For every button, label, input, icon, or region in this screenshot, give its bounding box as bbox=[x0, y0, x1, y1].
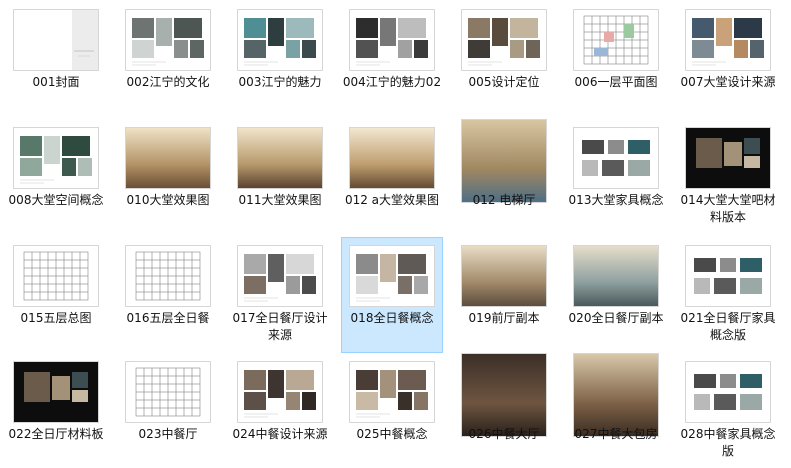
file-name-label: 018全日餐概念 bbox=[350, 311, 434, 325]
file-item[interactable]: 025中餐概念 bbox=[342, 354, 442, 468]
file-item[interactable]: 019前厅副本 bbox=[454, 238, 554, 352]
file-name-label: 006一层平面图 bbox=[574, 75, 658, 89]
file-item[interactable]: 014大堂大堂吧材料版本 bbox=[678, 120, 778, 234]
file-name-label: 007大堂设计来源 bbox=[680, 75, 776, 89]
file-name-label: 025中餐概念 bbox=[356, 427, 428, 441]
file-name-label: 020全日餐厅副本 bbox=[568, 311, 664, 325]
file-name-label: 012 a大堂效果图 bbox=[344, 193, 440, 207]
file-item[interactable]: 012 a大堂效果图 bbox=[342, 120, 442, 234]
file-item[interactable]: 012 电梯厅 bbox=[454, 120, 554, 234]
file-item[interactable]: 020全日餐厅副本 bbox=[566, 238, 666, 352]
file-thumbnail bbox=[350, 362, 434, 422]
file-name-label: 003江宁的魅力 bbox=[238, 75, 322, 89]
file-item[interactable]: 023中餐厅 bbox=[118, 354, 218, 468]
file-item[interactable]: 017全日餐厅设计来源 bbox=[230, 238, 330, 352]
file-thumbnail bbox=[238, 246, 322, 306]
file-name-label: 028中餐家具概念版 bbox=[680, 427, 776, 458]
file-thumbnail bbox=[238, 10, 322, 70]
file-name-label: 010大堂效果图 bbox=[126, 193, 210, 207]
file-item[interactable]: 010大堂效果图 bbox=[118, 120, 218, 234]
file-item[interactable]: 008大堂空间概念 bbox=[6, 120, 106, 234]
file-name-label: 013大堂家具概念 bbox=[568, 193, 664, 207]
file-thumbnail bbox=[14, 128, 98, 188]
file-thumbnail bbox=[686, 128, 770, 188]
file-thumbnail-grid: 001封面 002江宁的文化 003江宁的魅力 004江宁的魅力02 005设计定位 00… bbox=[0, 0, 791, 467]
file-item[interactable]: 002江宁的文化 bbox=[118, 2, 218, 116]
file-thumbnail bbox=[462, 10, 546, 70]
file-name-label: 017全日餐厅设计来源 bbox=[232, 311, 328, 342]
file-item[interactable]: 007大堂设计来源 bbox=[678, 2, 778, 116]
file-thumbnail bbox=[126, 10, 210, 70]
file-name-label: 019前厅副本 bbox=[468, 311, 540, 325]
file-name-label: 014大堂大堂吧材料版本 bbox=[680, 193, 776, 224]
file-name-label: 024中餐设计来源 bbox=[232, 427, 328, 441]
file-item[interactable]: 001封面 bbox=[6, 2, 106, 116]
file-item[interactable]: 022全日厅材料板 bbox=[6, 354, 106, 468]
file-name-label: 022全日厅材料板 bbox=[8, 427, 104, 441]
file-thumbnail bbox=[686, 362, 770, 422]
file-name-label: 027中餐大包房 bbox=[574, 427, 658, 441]
file-item[interactable]: 028中餐家具概念版 bbox=[678, 354, 778, 468]
file-name-label: 026中餐大厅 bbox=[468, 427, 540, 441]
file-thumbnail bbox=[462, 246, 546, 306]
file-thumbnail bbox=[574, 10, 658, 70]
file-item[interactable]: 004江宁的魅力02 bbox=[342, 2, 442, 116]
file-thumbnail bbox=[574, 354, 658, 436]
file-thumbnail bbox=[574, 246, 658, 306]
file-item[interactable]: 018全日餐概念 bbox=[341, 237, 443, 353]
file-item[interactable]: 011大堂效果图 bbox=[230, 120, 330, 234]
file-thumbnail bbox=[686, 246, 770, 306]
file-thumbnail bbox=[686, 10, 770, 70]
file-thumbnail bbox=[14, 246, 98, 306]
file-thumbnail bbox=[126, 128, 210, 188]
file-thumbnail bbox=[574, 128, 658, 188]
file-item[interactable]: 006一层平面图 bbox=[566, 2, 666, 116]
file-item[interactable]: 013大堂家具概念 bbox=[566, 120, 666, 234]
file-name-label: 002江宁的文化 bbox=[126, 75, 210, 89]
file-name-label: 001封面 bbox=[32, 75, 80, 89]
file-name-label: 015五层总图 bbox=[20, 311, 92, 325]
file-item[interactable]: 026中餐大厅 bbox=[454, 354, 554, 468]
file-item[interactable]: 027中餐大包房 bbox=[566, 354, 666, 468]
file-name-label: 004江宁的魅力02 bbox=[342, 75, 442, 89]
file-item[interactable]: 024中餐设计来源 bbox=[230, 354, 330, 468]
file-thumbnail bbox=[14, 362, 98, 422]
file-name-label: 021全日餐厅家具概念版 bbox=[680, 311, 776, 342]
file-thumbnail bbox=[238, 362, 322, 422]
file-thumbnail bbox=[350, 10, 434, 70]
file-item[interactable]: 021全日餐厅家具概念版 bbox=[678, 238, 778, 352]
file-thumbnail bbox=[462, 120, 546, 202]
file-item[interactable]: 005设计定位 bbox=[454, 2, 554, 116]
file-item[interactable]: 016五层全日餐 bbox=[118, 238, 218, 352]
file-name-label: 005设计定位 bbox=[468, 75, 540, 89]
file-thumbnail bbox=[126, 362, 210, 422]
file-thumbnail bbox=[126, 246, 210, 306]
file-name-label: 023中餐厅 bbox=[138, 427, 198, 441]
file-name-label: 012 电梯厅 bbox=[472, 193, 536, 207]
file-thumbnail bbox=[14, 10, 98, 70]
file-name-label: 008大堂空间概念 bbox=[8, 193, 104, 207]
file-name-label: 016五层全日餐 bbox=[126, 311, 210, 325]
file-item[interactable]: 015五层总图 bbox=[6, 238, 106, 352]
file-thumbnail bbox=[350, 246, 434, 306]
file-thumbnail bbox=[350, 128, 434, 188]
file-item[interactable]: 003江宁的魅力 bbox=[230, 2, 330, 116]
file-name-label: 011大堂效果图 bbox=[238, 193, 322, 207]
file-thumbnail bbox=[462, 354, 546, 436]
file-thumbnail bbox=[238, 128, 322, 188]
